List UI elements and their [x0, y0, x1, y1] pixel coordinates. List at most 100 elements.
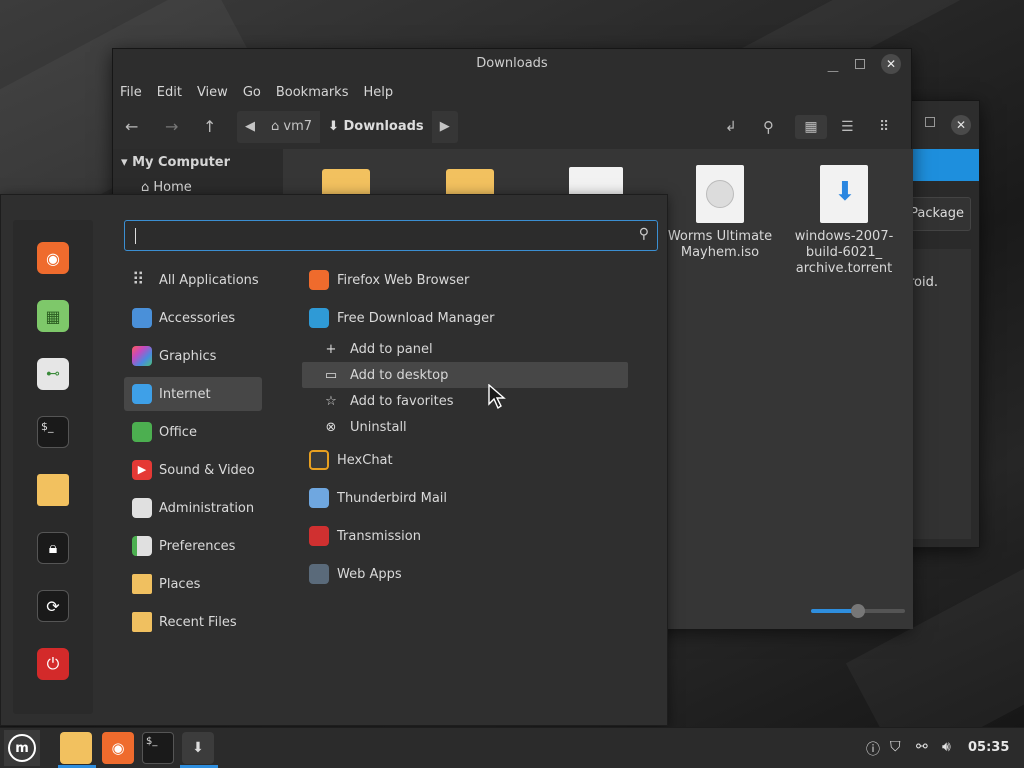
category-all-applications[interactable]: ⠿ All Applications [124, 263, 262, 297]
sidebar-header[interactable]: ▾ My Computer [113, 149, 283, 176]
category-administration[interactable]: Administration [124, 491, 262, 525]
category-preferences[interactable]: Preferences [124, 529, 262, 563]
installer-icon[interactable]: ⬇ [182, 732, 214, 764]
breadcrumb-left-icon[interactable]: ◀ [237, 111, 263, 143]
mail-icon [309, 488, 329, 508]
context-add-to-panel[interactable]: + Add to panel [302, 336, 628, 362]
menu-button[interactable]: m [4, 730, 40, 766]
update-icon[interactable]: ⓘ [866, 739, 880, 759]
file-item[interactable]: Worms Ultimate Mayhem.iso [665, 165, 775, 261]
logout-icon[interactable]: ⟳ [37, 590, 69, 622]
category-label: Recent Files [159, 614, 237, 630]
app-thunderbird[interactable]: Thunderbird Mail [309, 483, 447, 513]
clock[interactable]: 05:35 [968, 740, 1009, 755]
zoom-slider[interactable] [811, 604, 905, 618]
minimize-icon[interactable]: — [827, 56, 839, 86]
app-label: HexChat [337, 452, 393, 468]
volume-icon[interactable]: 🔊︎ [942, 739, 951, 755]
back-arrow-icon[interactable]: ← [125, 115, 138, 139]
download-icon: ⬇ [328, 119, 339, 134]
compact-view-icon[interactable]: ⠿ [879, 115, 889, 139]
prefs-icon [132, 536, 152, 556]
category-sound-video[interactable]: ▶ Sound & Video [124, 453, 262, 487]
context-uninstall[interactable]: ⊗ Uninstall [302, 414, 628, 440]
network-icon[interactable]: ⚯ [916, 739, 928, 755]
maximize-icon[interactable] [925, 117, 935, 127]
toggle-location-icon[interactable]: ↲ [725, 115, 737, 139]
files-icon[interactable] [37, 474, 69, 506]
breadcrumb-home[interactable]: ⌂ vm7 [263, 111, 320, 143]
context-add-to-desktop[interactable]: ▭ Add to desktop [302, 362, 628, 388]
files-icon[interactable] [60, 732, 92, 764]
menu-go[interactable]: Go [243, 79, 261, 107]
file-name: windows-2007-build-6021_ archive.torrent [794, 229, 894, 276]
close-icon[interactable]: ✕ [951, 115, 971, 135]
icon-view-icon[interactable]: ▦ [795, 115, 827, 139]
category-label: Sound & Video [159, 462, 255, 478]
context-label: Add to favorites [350, 393, 454, 409]
menu-file[interactable]: File [120, 79, 142, 107]
category-places[interactable]: Places [124, 567, 262, 601]
category-office[interactable]: Office [124, 415, 262, 449]
context-label: Uninstall [350, 419, 407, 435]
sidebar-item-label: Home [153, 180, 192, 195]
header-banner [911, 149, 979, 181]
app-firefox[interactable]: Firefox Web Browser [309, 265, 469, 295]
app-transmission[interactable]: Transmission [309, 521, 421, 551]
breadcrumb-current[interactable]: ⬇ Downloads [320, 111, 432, 143]
sysmon-icon[interactable]: ▦ [37, 300, 69, 332]
graphics-icon [132, 346, 152, 366]
menu-edit[interactable]: Edit [157, 79, 182, 107]
uninstall-icon: ⊗ [325, 419, 337, 435]
folder-icon [132, 574, 152, 594]
menu-bookmarks[interactable]: Bookmarks [276, 79, 349, 107]
search-icon: ⚲ [638, 226, 649, 242]
app-hexchat[interactable]: HexChat [309, 445, 393, 475]
menu-view[interactable]: View [197, 79, 228, 107]
power-icon[interactable]: ⏻ [37, 648, 69, 680]
breadcrumb: ◀ ⌂ vm7 ⬇ Downloads ▶ [237, 111, 458, 143]
close-icon[interactable]: ✕ [881, 54, 901, 74]
menu-help[interactable]: Help [363, 79, 393, 107]
category-label: All Applications [159, 272, 259, 288]
app-web-apps[interactable]: Web Apps [309, 559, 402, 589]
window-title: Downloads [476, 56, 548, 71]
context-label: Add to desktop [350, 367, 449, 383]
up-arrow-icon[interactable]: ↑ [203, 115, 216, 139]
context-add-to-favorites[interactable]: ☆ Add to favorites [302, 388, 628, 414]
terminal-icon[interactable]: $_ [37, 416, 69, 448]
grid-icon: ⠿ [132, 270, 145, 290]
breadcrumb-current-label: Downloads [343, 119, 424, 134]
fdm-icon [309, 308, 329, 328]
category-graphics[interactable]: Graphics [124, 339, 262, 373]
settings-icon[interactable]: ⊷ [37, 358, 69, 390]
body-text: roid. [909, 275, 939, 290]
firefox-icon[interactable]: ◉ [102, 732, 134, 764]
category-label: Accessories [159, 310, 236, 326]
search-input[interactable]: ⚲ [124, 220, 658, 251]
context-label: Add to panel [350, 341, 433, 357]
category-recent-files[interactable]: Recent Files [124, 605, 262, 639]
list-view-icon[interactable]: ☰ [841, 115, 854, 139]
titlebar[interactable]: Downloads — ✕ [113, 49, 911, 79]
category-label: Places [159, 576, 201, 592]
app-free-download-manager[interactable]: Free Download Manager [309, 303, 494, 333]
breadcrumb-right-icon[interactable]: ▶ [432, 111, 458, 143]
lock-icon[interactable]: 🔒︎ [37, 532, 69, 564]
package-button[interactable]: Package [907, 197, 971, 231]
forward-arrow-icon[interactable]: → [165, 115, 178, 139]
file-item[interactable]: ⬇ windows-2007-build-6021_ archive.torre… [789, 165, 899, 277]
zoom-slider-handle[interactable] [851, 604, 865, 618]
category-accessories[interactable]: Accessories [124, 301, 262, 335]
content-panel [911, 249, 971, 539]
maximize-icon[interactable] [855, 59, 865, 69]
mint-logo-icon: m [8, 734, 36, 762]
search-icon[interactable]: ⚲ [763, 115, 774, 139]
firefox-icon[interactable]: ◉ [37, 242, 69, 274]
category-label: Preferences [159, 538, 236, 554]
desktop-icon: ▭ [324, 367, 338, 383]
shield-icon[interactable]: ⛉ [890, 739, 901, 755]
category-internet[interactable]: Internet [124, 377, 262, 411]
admin-icon [132, 498, 152, 518]
terminal-icon[interactable]: $_ [142, 732, 174, 764]
